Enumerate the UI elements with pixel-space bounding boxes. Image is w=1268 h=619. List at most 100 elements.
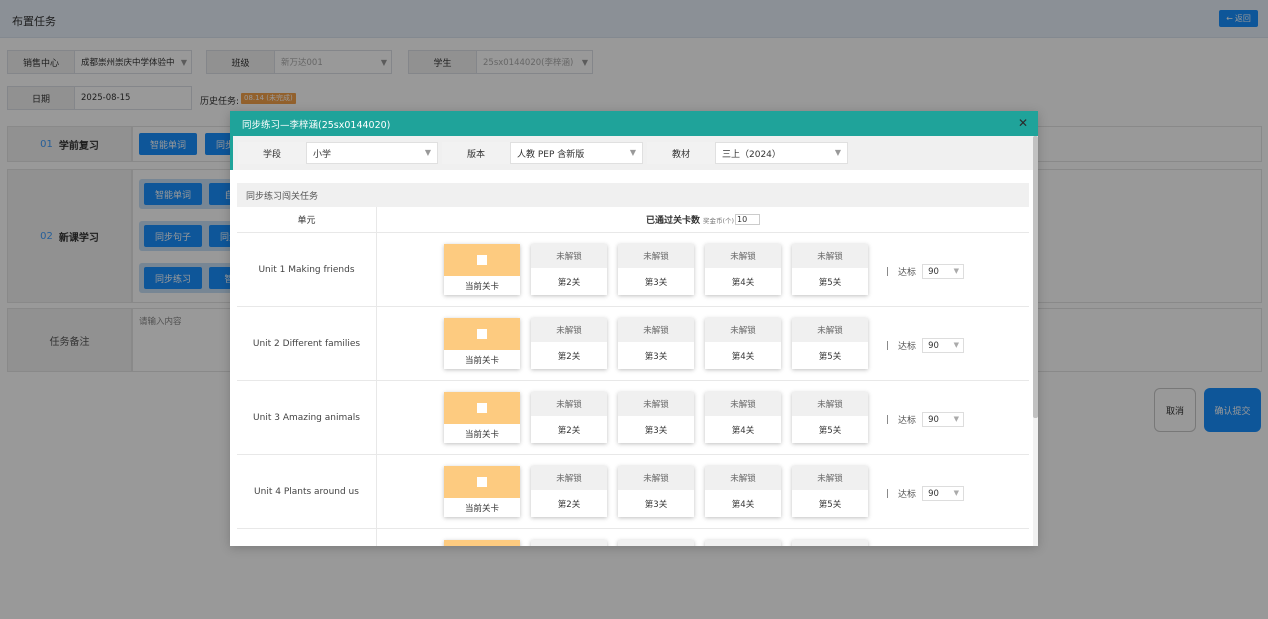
- level-current[interactable]: 当前关卡: [444, 244, 520, 295]
- chevron-down-icon: ▼: [953, 415, 960, 423]
- table-row: Unit 2 Different families 当前关卡 未解锁 第2关 未解锁 第3…: [237, 307, 1029, 381]
- scrollbar-thumb[interactable]: [1033, 136, 1038, 418]
- checkbox-square-icon: [477, 255, 487, 265]
- level-number: 第5关: [818, 499, 842, 510]
- stage-select[interactable]: 学段 小学 ▼: [238, 142, 438, 164]
- level-locked: [531, 540, 607, 546]
- table-row: Unit 3 Amazing animals 当前关卡 未解锁 第2关 未解锁 第3关 未解…: [237, 381, 1029, 455]
- level-locked: 未解锁 第4关: [705, 318, 781, 369]
- pass-threshold: | 达标 90 ▼: [886, 338, 965, 353]
- close-icon[interactable]: ✕: [1018, 117, 1028, 129]
- level-number: 第5关: [818, 351, 842, 362]
- panel-title: 同步练习闯关任务: [237, 183, 1029, 207]
- level-locked-status: 未解锁: [792, 244, 868, 268]
- sync-practice-modal: 同步练习—李梓涵(25sx0144020) ✕ 学段 小学 ▼ 版本 人教 PEP…: [230, 111, 1038, 546]
- level-number: 第5关: [818, 425, 842, 436]
- level-current-top: [444, 540, 520, 546]
- chevron-down-icon: ▼: [834, 148, 841, 157]
- level-locked-top: [792, 540, 868, 546]
- challenge-panel: 同步练习闯关任务 单元 已通过关卡数 奖金币(个) 10 Unit 1 Maki…: [237, 183, 1029, 546]
- pass-threshold: | 达标 90 ▼: [886, 486, 965, 501]
- level-locked-status: 未解锁: [531, 466, 607, 490]
- pass-select[interactable]: 90 ▼: [922, 486, 965, 501]
- divider: |: [886, 266, 890, 277]
- level-locked-status: 未解锁: [618, 244, 694, 268]
- level-locked-status: 未解锁: [618, 392, 694, 416]
- level-locked: 未解锁 第2关: [531, 392, 607, 443]
- edition-label: 版本: [442, 142, 510, 164]
- unit-name: Unit 1 Making friends: [237, 233, 377, 306]
- level-current-label: 当前关卡: [464, 355, 499, 366]
- textbook-label: 教材: [647, 142, 715, 164]
- level-locked: 未解锁 第3关: [618, 392, 694, 443]
- table-header: 单元 已通过关卡数 奖金币(个) 10: [237, 207, 1029, 233]
- level-current[interactable]: [444, 540, 520, 546]
- level-current[interactable]: 当前关卡: [444, 318, 520, 369]
- stage-value-text: 小学: [313, 149, 332, 160]
- checkbox-square-icon: [477, 477, 487, 487]
- level-locked: 未解锁第4关: [705, 392, 781, 443]
- modal-title: 同步练习—李梓涵(25sx0144020): [242, 119, 391, 131]
- level-number: 第5关: [818, 277, 842, 288]
- level-current[interactable]: 当前关卡: [444, 466, 520, 517]
- level-current-label: 当前关卡: [464, 281, 499, 292]
- textbook-value-text: 三上（2024）: [722, 149, 781, 160]
- pass-select[interactable]: 90 ▼: [922, 412, 965, 427]
- col-unit-header: 单元: [237, 207, 377, 232]
- level-track: 当前关卡 未解锁 第2关 未解锁 第3关 未解锁 第4关 未解锁 第5关 | 达标 90 ▼: [377, 307, 1029, 380]
- level-locked-top: [531, 540, 607, 546]
- level-current-top: [444, 244, 520, 276]
- table-row: [237, 529, 1029, 546]
- level-locked: 未解锁 第4关: [705, 466, 781, 517]
- checkbox-square-icon: [477, 403, 487, 413]
- level-locked-status: 未解锁: [531, 392, 607, 416]
- level-number: 第2关: [557, 277, 581, 288]
- level-number: 第3关: [644, 277, 668, 288]
- level-number: 第3关: [644, 499, 668, 510]
- level-locked-status: 未解锁: [705, 244, 781, 268]
- pass-select[interactable]: 90 ▼: [922, 338, 965, 353]
- edition-select[interactable]: 版本 人教 PEP 含新版 ▼: [442, 142, 643, 164]
- level-locked: 未解锁第3关: [618, 466, 694, 517]
- chevron-down-icon: ▼: [629, 148, 636, 157]
- divider: |: [886, 414, 890, 425]
- level-number: 第4关: [731, 425, 755, 436]
- col-passed-header: 已通过关卡数 奖金币(个) 10: [377, 207, 1029, 232]
- level-locked: 未解锁 第5关: [792, 392, 868, 443]
- level-current-label: 当前关卡: [464, 503, 499, 514]
- level-current-label: 当前关卡: [464, 429, 499, 440]
- pass-threshold: | 达标 90 ▼: [886, 412, 965, 427]
- level-locked-status: 未解锁: [618, 466, 694, 490]
- pass-value: 90: [928, 414, 939, 425]
- level-locked-status: 未解锁: [705, 466, 781, 490]
- level-number: 第4关: [731, 277, 755, 288]
- pass-select[interactable]: 90 ▼: [922, 264, 965, 279]
- pass-label: 达标: [898, 416, 917, 426]
- level-locked-status: 未解锁: [531, 318, 607, 342]
- coin-input[interactable]: 10: [735, 214, 761, 225]
- level-number: 第4关: [731, 351, 755, 362]
- modal-scrollbar[interactable]: [1033, 136, 1038, 546]
- level-locked: 未解锁第2关: [531, 318, 607, 369]
- level-current-top: [444, 318, 520, 350]
- level-locked-status: 未解锁: [705, 392, 781, 416]
- coin-label: 奖金币(个): [702, 216, 735, 225]
- pass-value: 90: [928, 488, 939, 499]
- level-current[interactable]: 当前关卡: [444, 392, 520, 443]
- level-current-top: [444, 466, 520, 498]
- level-locked: 未解锁 第2关: [531, 244, 607, 295]
- level-locked: 未解锁 第2关: [531, 466, 607, 517]
- unit-name: Unit 3 Amazing animals: [237, 381, 377, 454]
- level-current-top: [444, 392, 520, 424]
- level-locked-status: 未解锁: [792, 318, 868, 342]
- table-row: Unit 1 Making friends 当前关卡 未解锁 第2关 未解锁 第3关 未解锁…: [237, 233, 1029, 307]
- level-locked-status: 未解锁: [792, 466, 868, 490]
- level-locked: [792, 540, 868, 546]
- level-locked-status: 未解锁: [618, 318, 694, 342]
- textbook-select[interactable]: 教材 三上（2024） ▼: [647, 142, 848, 164]
- level-number: 第2关: [557, 351, 581, 362]
- pass-label: 达标: [898, 490, 917, 500]
- unit-name: [237, 529, 377, 546]
- edition-value: 人教 PEP 含新版 ▼: [510, 142, 643, 164]
- level-locked: 未解锁第5关: [792, 318, 868, 369]
